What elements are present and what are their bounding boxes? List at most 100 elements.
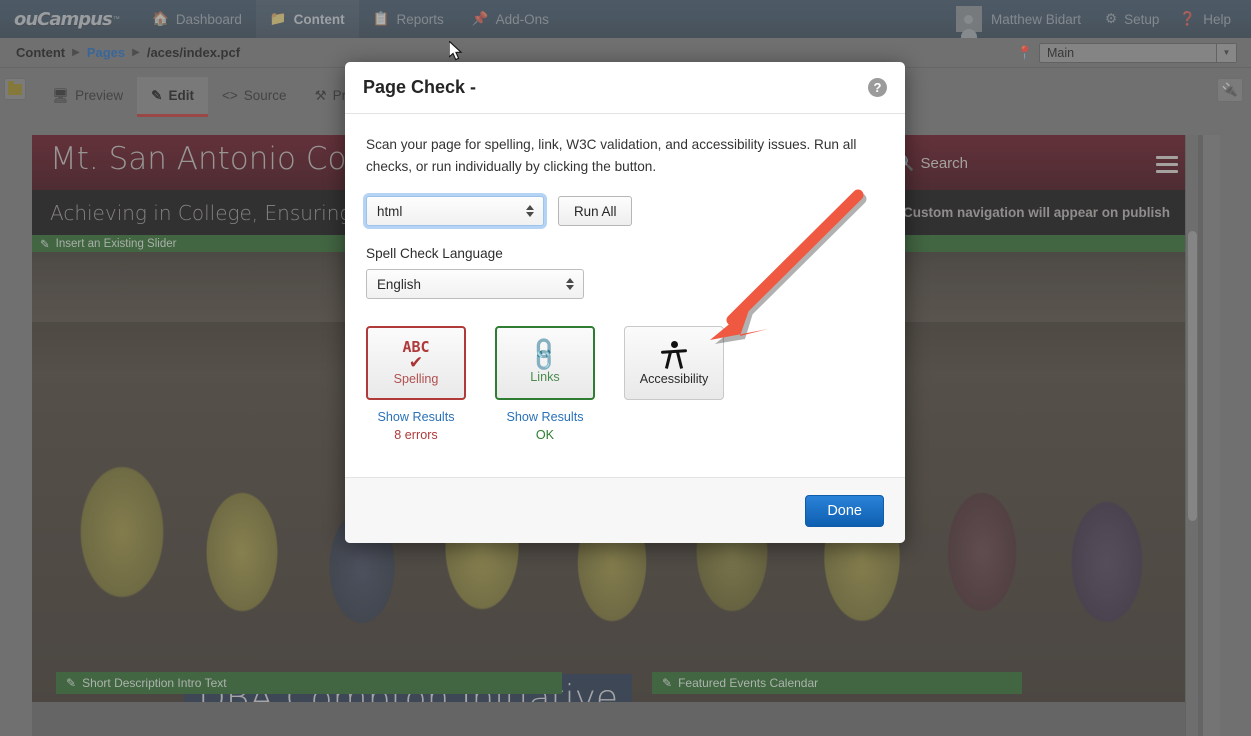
spinner-arrows-icon bbox=[566, 278, 574, 291]
breadcrumb: Content ▶ Pages ▶ /aces/index.pcf bbox=[16, 45, 240, 60]
code-icon: <> bbox=[221, 88, 238, 103]
avatar[interactable] bbox=[955, 6, 982, 38]
user-name[interactable]: Matthew Bidart bbox=[991, 12, 1081, 27]
check-card-accessibility-label: Accessibility bbox=[639, 371, 709, 386]
nav-item-addons[interactable]: 📌 Add-Ons bbox=[458, 0, 563, 38]
site-select[interactable]: Main ▼ bbox=[1039, 42, 1237, 63]
folder-button[interactable] bbox=[4, 78, 26, 100]
spelling-status: 8 errors bbox=[394, 428, 438, 443]
check-card-links-group: 🔗 Links Show Results OK bbox=[495, 326, 595, 442]
nav-item-setup[interactable]: ⚙ Setup bbox=[1095, 0, 1169, 38]
check-card-spelling-label: Spelling bbox=[393, 371, 439, 386]
folder-icon bbox=[8, 80, 22, 95]
nav-item-dashboard-label: Dashboard bbox=[175, 11, 242, 27]
editable-region-featured-events-label: Featured Events Calendar bbox=[678, 676, 819, 690]
oucampus-logo[interactable]: ouCampus ™ bbox=[14, 8, 124, 30]
folder-icon: 📁 bbox=[269, 11, 287, 26]
check-card-links[interactable]: 🔗 Links bbox=[495, 326, 595, 401]
nav-item-setup-label: Setup bbox=[1124, 11, 1160, 27]
dialog-header: Page Check - ? bbox=[345, 62, 905, 114]
breadcrumb-separator: ▶ bbox=[132, 47, 140, 58]
nav-item-reports-label: Reports bbox=[396, 11, 444, 27]
tab-source-label: Source bbox=[243, 88, 287, 103]
clipboard-icon: 📋 bbox=[372, 11, 390, 26]
help-icon[interactable]: ? bbox=[868, 78, 887, 97]
editable-region-short-description-label: Short Description Intro Text bbox=[82, 676, 227, 690]
links-status: OK bbox=[535, 428, 555, 443]
accessibility-person-icon bbox=[660, 340, 688, 369]
check-type-row: html Run All bbox=[366, 196, 884, 227]
site-selector-group: 📍 Main ▼ bbox=[1016, 42, 1237, 63]
nav-item-content[interactable]: 📁 Content bbox=[255, 0, 359, 38]
top-navigation-bar: ouCampus ™ 🏠 Dashboard 📁 Content 📋 Report… bbox=[0, 0, 1251, 38]
chain-link-icon: 🔗 bbox=[524, 334, 565, 375]
check-cards: ABC ✔ Spelling Show Results 8 errors 🔗 L… bbox=[366, 326, 884, 442]
top-nav-right-group: Matthew Bidart ⚙ Setup ❓ Help bbox=[955, 0, 1241, 38]
check-card-spelling[interactable]: ABC ✔ Spelling bbox=[366, 326, 466, 401]
dialog-description: Scan your page for spelling, link, W3C v… bbox=[366, 137, 857, 175]
pencil-icon: ✎ bbox=[151, 87, 163, 103]
tab-edit[interactable]: ✎ Edit bbox=[137, 77, 208, 117]
editable-region-row: ✎ Short Description Intro Text ✎ Feature… bbox=[32, 672, 1198, 694]
editable-region-featured-events[interactable]: ✎ Featured Events Calendar bbox=[652, 672, 1022, 694]
site-search-label: Search bbox=[920, 154, 968, 172]
location-pin-icon: 📍 bbox=[1016, 44, 1033, 60]
logo-trademark: ™ bbox=[112, 15, 120, 23]
page-check-dialog: Page Check - ? Scan your page for spelli… bbox=[345, 62, 905, 543]
home-icon: 🏠 bbox=[152, 11, 169, 26]
spell-check-language-label: Spell Check Language bbox=[366, 246, 503, 262]
page-scrollbar[interactable] bbox=[1203, 135, 1220, 736]
pencil-icon: ✎ bbox=[40, 238, 50, 251]
links-show-results-link[interactable]: Show Results bbox=[507, 410, 584, 424]
breadcrumb-root[interactable]: Content bbox=[16, 45, 65, 60]
preview-scrollbar[interactable] bbox=[1185, 135, 1198, 736]
pin-icon: 📌 bbox=[471, 11, 489, 26]
spell-check-language-value: English bbox=[377, 276, 421, 292]
tools-icon: ⚒ bbox=[314, 87, 327, 103]
dialog-footer: Done bbox=[345, 477, 905, 543]
site-search[interactable]: 🔍 Search bbox=[896, 154, 968, 173]
pencil-icon: ✎ bbox=[662, 676, 673, 690]
pencil-icon: ✎ bbox=[66, 676, 77, 690]
spell-check-language-select[interactable]: English bbox=[366, 269, 584, 300]
nav-item-reports[interactable]: 📋 Reports bbox=[359, 0, 458, 38]
breadcrumb-separator: ▶ bbox=[72, 47, 80, 58]
dialog-title: Page Check - bbox=[363, 77, 477, 97]
tab-source[interactable]: <> Source bbox=[208, 77, 301, 117]
breadcrumb-current-file: /aces/index.pcf bbox=[146, 45, 241, 60]
dialog-body: Scan your page for spelling, link, W3C v… bbox=[345, 114, 905, 477]
logo-text: ouCampus bbox=[14, 8, 113, 30]
question-circle-icon: ❓ bbox=[1179, 11, 1197, 26]
site-select-value: Main bbox=[1047, 45, 1075, 60]
custom-nav-note: Custom navigation will appear on publish bbox=[902, 205, 1170, 220]
nav-item-dashboard[interactable]: 🏠 Dashboard bbox=[138, 0, 256, 38]
check-card-spelling-group: ABC ✔ Spelling Show Results 8 errors bbox=[366, 326, 466, 442]
editable-region-short-description[interactable]: ✎ Short Description Intro Text bbox=[56, 672, 562, 694]
check-type-select-value: html bbox=[377, 203, 403, 219]
tab-edit-label: Edit bbox=[168, 88, 194, 103]
check-type-select[interactable]: html bbox=[366, 196, 544, 227]
primary-nav-items: 🏠 Dashboard 📁 Content 📋 Reports 📌 Add-On… bbox=[138, 0, 563, 38]
nav-item-addons-label: Add-Ons bbox=[495, 11, 549, 27]
check-card-accessibility[interactable]: Accessibility bbox=[624, 326, 724, 401]
nav-item-help-label: Help bbox=[1203, 11, 1231, 27]
spelling-show-results-link[interactable]: Show Results bbox=[378, 410, 455, 424]
chevron-down-icon[interactable]: ▼ bbox=[1216, 43, 1236, 62]
run-all-button[interactable]: Run All bbox=[558, 196, 633, 227]
spinner-arrows-icon bbox=[526, 205, 534, 218]
plugin-button[interactable]: 🔌 bbox=[1217, 78, 1243, 102]
tab-preview-label: Preview bbox=[75, 88, 124, 103]
monitor-icon: 🖥 bbox=[52, 87, 70, 103]
breadcrumb-pages[interactable]: Pages bbox=[87, 45, 125, 60]
hamburger-menu-icon[interactable] bbox=[1156, 156, 1178, 177]
gear-icon: ⚙ bbox=[1105, 11, 1118, 26]
plug-icon: 🔌 bbox=[1221, 82, 1239, 97]
nav-item-help[interactable]: ❓ Help bbox=[1169, 0, 1241, 38]
abc-checkmark-icon-check: ✔ bbox=[408, 353, 424, 373]
editable-region-slider-label: Insert an Existing Slider bbox=[55, 237, 177, 250]
tab-preview[interactable]: 🖥 Preview bbox=[38, 77, 137, 117]
nav-item-content-label: Content bbox=[293, 11, 345, 27]
check-card-accessibility-group: Accessibility bbox=[624, 326, 724, 442]
preview-scrollbar-thumb[interactable] bbox=[1188, 231, 1197, 521]
done-button[interactable]: Done bbox=[805, 494, 884, 527]
